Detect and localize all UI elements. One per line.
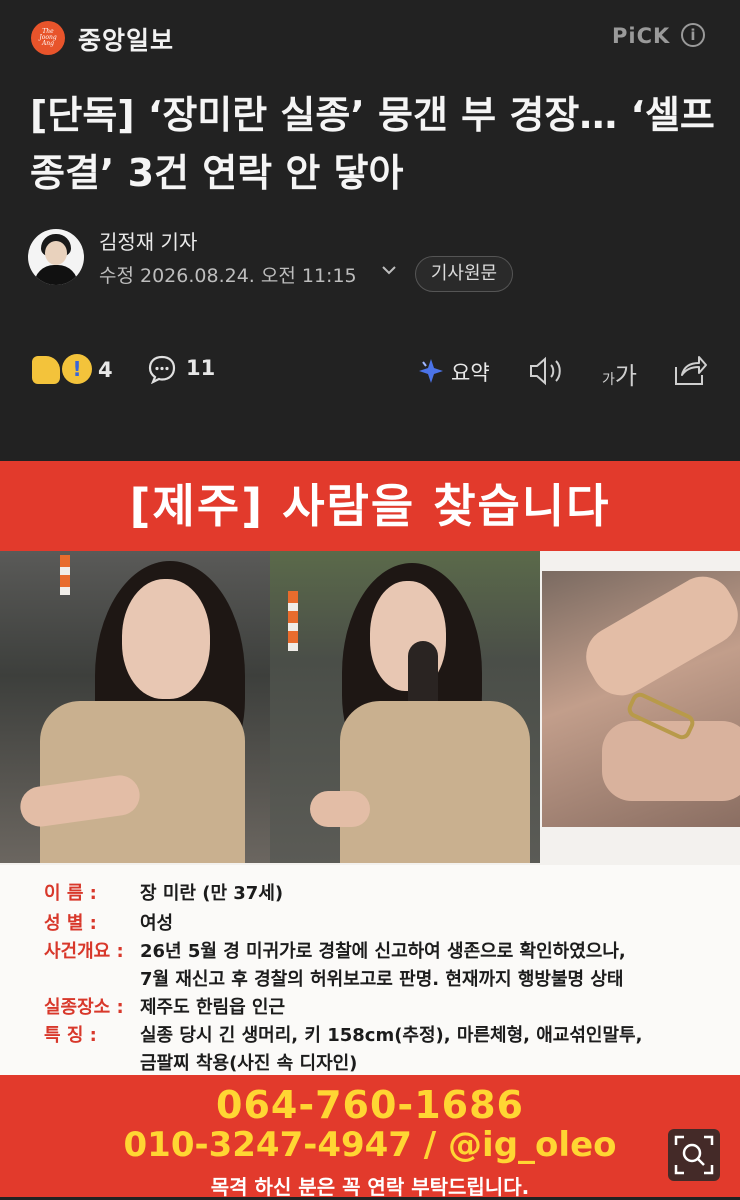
info-row-summary: 사건개요 :26년 5월 경 미귀가로 경찰에 신고하여 생존으로 확인하였으나… (44, 941, 626, 962)
missing-person-poster[interactable]: [제주] 사람을 찾습니다 이 름 :장 미란 (만 37세) 성 별 : 여성 … (0, 461, 740, 1199)
poster-photo-1 (0, 551, 270, 863)
publisher-logo[interactable]: The Joong Ang (31, 21, 65, 55)
share-icon[interactable] (672, 353, 708, 387)
poster-info-panel: 이 름 :장 미란 (만 37세) 성 별 : 여성 사건개요 :26년 5월 경… (0, 865, 740, 1075)
summary-button-label[interactable]: 요약 (451, 357, 490, 387)
comment-count: 11 (186, 356, 216, 380)
reporter-avatar[interactable] (28, 229, 84, 285)
info-circle-icon[interactable]: i (681, 23, 705, 47)
info-row-name: 이 름 :장 미란 (만 37세) (44, 883, 284, 904)
reaction-count: 4 (98, 358, 113, 382)
contact-phone-2: 010-3247-4947 / @ig_oleo (123, 1125, 617, 1165)
ai-summary-icon[interactable] (418, 358, 444, 384)
article-headline: [단독] ‘장미란 실종’ 뭉갠 부 경장… ‘셀프 종결’ 3건 연락 안 닿… (30, 93, 715, 195)
reaction-button[interactable]: ! (32, 352, 92, 386)
speaker-icon[interactable] (528, 355, 566, 387)
exclamation-emoji-icon: ! (62, 354, 92, 384)
font-size-button[interactable]: 가가 (602, 356, 637, 391)
font-size-small-glyph: 가 (602, 372, 615, 388)
poster-photo-2 (270, 551, 540, 863)
zoom-image-button[interactable] (668, 1129, 720, 1181)
contact-phone-1: 064-760-1686 (216, 1083, 524, 1127)
pick-badge: PiCK (612, 24, 671, 48)
updated-timestamp: 수정 2026.08.24. 오전 11:15 (99, 265, 357, 287)
info-row-location: 실종장소 : 제주도 한림읍 인근 (44, 997, 286, 1018)
poster-banner: [제주] 사람을 찾습니다 (0, 461, 740, 551)
poster-photo-bracelet (542, 571, 740, 827)
logo-text-ang: Ang (41, 40, 55, 47)
info-row-features: 특 징 : 실종 당시 긴 생머리, 키 158cm(추정), 마른체형, 애교섞… (44, 1025, 643, 1046)
original-article-button[interactable]: 기사원문 (415, 256, 513, 292)
publisher-name[interactable]: 중앙일보 (78, 21, 174, 57)
info-row-features-cont: 금팔찌 착용(사진 속 디자인) (140, 1053, 358, 1074)
font-size-large-glyph: 가 (614, 362, 637, 390)
comment-icon[interactable] (147, 354, 177, 385)
reporter-name[interactable]: 김정재 기자 (99, 226, 197, 255)
info-row-summary-cont: 7월 재신고 후 경찰의 허위보고로 판명. 현재까지 행방불명 상태 (140, 969, 624, 990)
chevron-down-icon[interactable] (381, 262, 397, 280)
poster-contact: 064-760-1686 010-3247-4947 / @ig_oleo 목격… (0, 1075, 740, 1199)
info-row-gender: 성 별 : 여성 (44, 913, 174, 934)
contact-request: 목격 하신 분은 꼭 연락 부탁드립니다. (210, 1175, 530, 1199)
thumbs-up-icon (32, 356, 60, 384)
zoom-search-icon (674, 1135, 714, 1175)
